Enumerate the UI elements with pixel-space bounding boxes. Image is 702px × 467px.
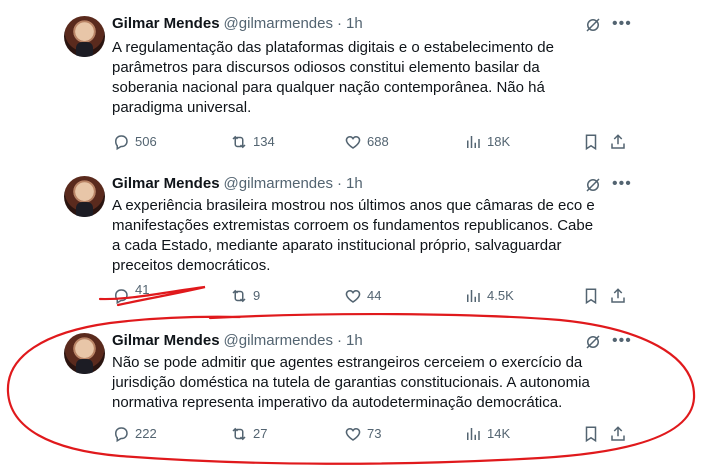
tweet-header: Gilmar Mendes @gilmarmendes · 1h (112, 14, 363, 34)
share-button[interactable] (609, 286, 627, 306)
tweet-text: A experiência brasileira mostrou nos últ… (112, 197, 595, 274)
timestamp[interactable]: 1h (346, 175, 363, 192)
reply-icon (114, 427, 128, 443)
share-icon (611, 288, 625, 303)
more-icon[interactable]: ••• (612, 333, 631, 351)
like-count: 688 (367, 134, 389, 149)
author-handle[interactable]: @gilmarmendes (224, 15, 333, 32)
like-button[interactable]: 44 (344, 286, 381, 306)
share-button[interactable] (609, 132, 627, 152)
views-button[interactable]: 4.5K (464, 286, 514, 306)
separator: · (336, 15, 342, 32)
views-button[interactable]: 14K (464, 424, 510, 444)
separator: · (336, 175, 342, 192)
repost-icon (232, 289, 246, 303)
repost-icon (232, 427, 246, 441)
reply-icon (114, 135, 128, 151)
views-count: 4.5K (487, 288, 514, 303)
bookmark-button[interactable] (582, 424, 600, 444)
timestamp[interactable]: 1h (346, 15, 363, 32)
reply-count: 41 (135, 282, 150, 297)
like-icon (345, 289, 361, 303)
avatar[interactable] (64, 333, 105, 374)
bookmark-button[interactable] (582, 286, 600, 306)
more-icon[interactable]: ••• (612, 16, 631, 34)
reply-button[interactable]: 222 (112, 424, 157, 444)
reply-icon (114, 289, 128, 305)
tweet-header: Gilmar Mendes @gilmarmendes · 1h (112, 174, 363, 194)
author-handle[interactable]: @gilmarmendes (224, 175, 333, 192)
views-icon (467, 290, 480, 302)
views-count: 18K (487, 134, 511, 149)
tweet-text: A regulamentação das plataformas digitai… (112, 39, 554, 116)
reply-count: 506 (135, 134, 157, 149)
timeline-feed: Gilmar Mendes @gilmarmendes · 1h ••• A regu… (0, 0, 702, 467)
action-bar: 41 9 44 4.5K (112, 282, 632, 306)
grok-icon[interactable] (584, 176, 602, 194)
like-icon (345, 427, 361, 441)
reply-button[interactable]: 41 (112, 282, 149, 306)
like-button[interactable]: 688 (344, 132, 389, 152)
tweet[interactable]: Gilmar Mendes @gilmarmendes · 1h ••• Não se… (0, 331, 702, 451)
bookmark-icon (585, 426, 597, 443)
repost-icon (232, 135, 246, 149)
views-icon (467, 136, 480, 148)
bookmark-icon (585, 288, 597, 305)
grok-icon[interactable] (584, 16, 602, 34)
like-button[interactable]: 73 (344, 424, 381, 444)
author-handle[interactable]: @gilmarmendes (224, 332, 333, 349)
repost-button[interactable]: 134 (230, 132, 275, 152)
bookmark-icon (585, 134, 597, 151)
views-count: 14K (487, 426, 511, 441)
like-icon (345, 135, 361, 149)
action-bar: 222 27 73 14K (112, 424, 632, 444)
like-count: 73 (367, 426, 382, 441)
share-button[interactable] (609, 424, 627, 444)
repost-count: 27 (253, 426, 268, 441)
repost-count: 9 (253, 288, 261, 303)
tweet[interactable]: Gilmar Mendes @gilmarmendes · 1h ••• A regu… (0, 14, 702, 164)
action-bar: 506 134 688 18K (112, 132, 632, 152)
author-name[interactable]: Gilmar Mendes (112, 175, 220, 192)
reply-button[interactable]: 506 (112, 132, 157, 152)
avatar[interactable] (64, 16, 105, 57)
author-name[interactable]: Gilmar Mendes (112, 332, 220, 349)
share-icon (611, 426, 625, 441)
separator: · (336, 332, 342, 349)
author-name[interactable]: Gilmar Mendes (112, 15, 220, 32)
share-icon (611, 134, 625, 149)
repost-button[interactable]: 9 (230, 286, 260, 306)
views-icon (467, 428, 480, 440)
repost-button[interactable]: 27 (230, 424, 267, 444)
tweet[interactable]: Gilmar Mendes @gilmarmendes · 1h ••• A expe… (0, 174, 702, 314)
grok-icon[interactable] (584, 333, 602, 351)
tweet-header: Gilmar Mendes @gilmarmendes · 1h (112, 331, 363, 351)
reply-count: 222 (135, 426, 157, 441)
repost-count: 134 (253, 134, 275, 149)
more-icon[interactable]: ••• (612, 176, 631, 194)
like-count: 44 (367, 288, 382, 303)
views-button[interactable]: 18K (464, 132, 510, 152)
timestamp[interactable]: 1h (346, 332, 363, 349)
avatar[interactable] (64, 176, 105, 217)
bookmark-button[interactable] (582, 132, 600, 152)
tweet-text: Não se pode admitir que agentes estrange… (112, 354, 590, 411)
